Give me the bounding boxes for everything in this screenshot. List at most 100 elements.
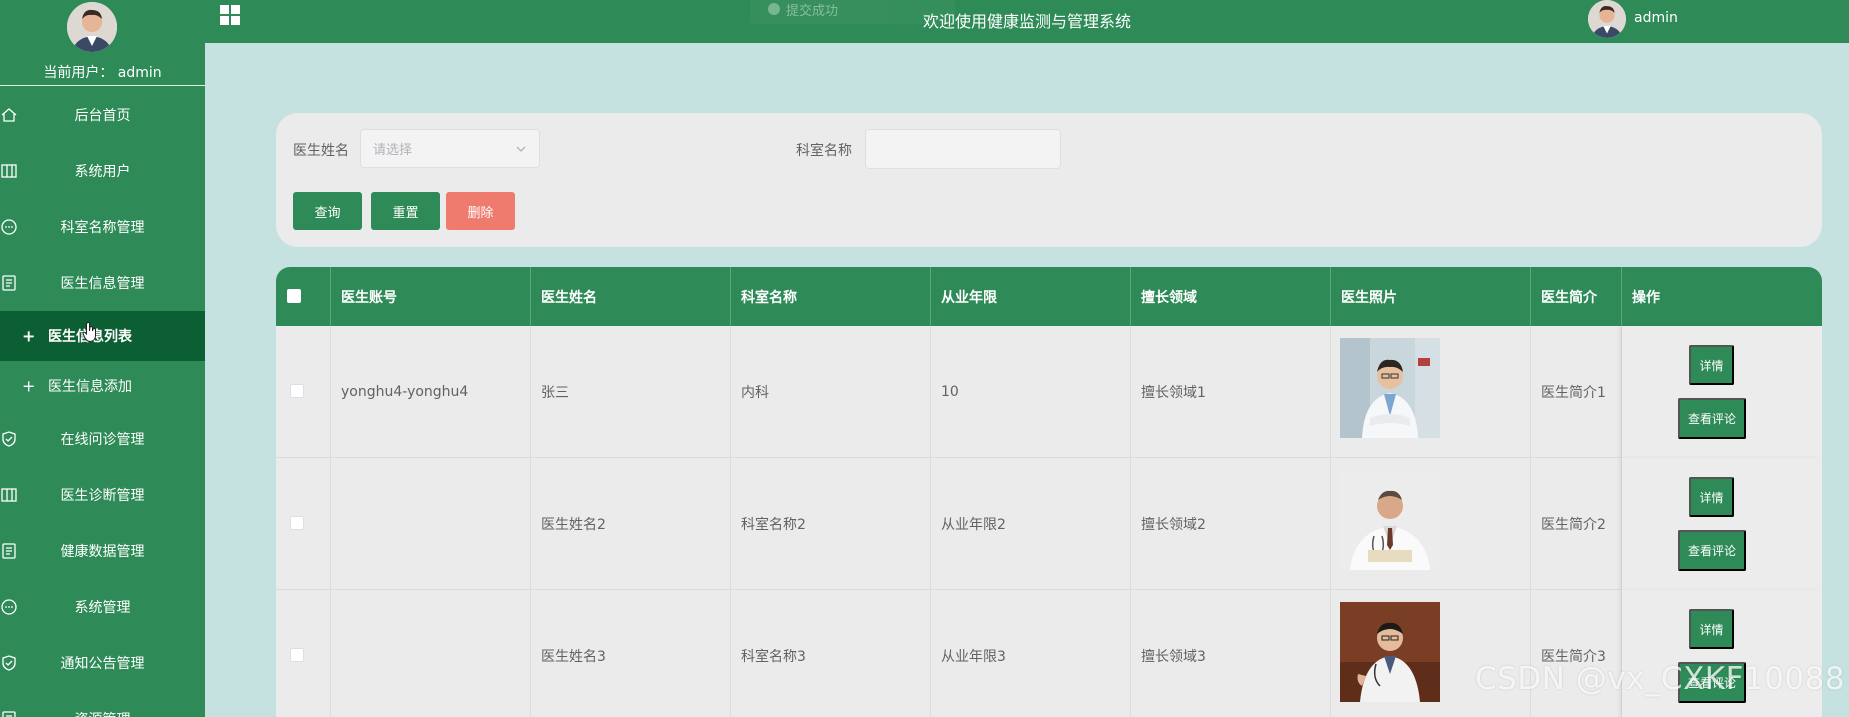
document-icon (2, 543, 16, 559)
sidebar: 当前用户： admin 后台首页 系统用户 科室名称管理 医生信息管理 + 医生… (0, 0, 205, 717)
view-comments-button[interactable]: 查看评论 (1678, 530, 1746, 571)
detail-button[interactable]: 详情 (1689, 609, 1734, 649)
col-header: 医生简介 (1531, 267, 1622, 326)
sidebar-menu: 后台首页 系统用户 科室名称管理 医生信息管理 + 医生信息列表 + 医生信息添… (0, 87, 205, 717)
row-checkbox[interactable] (290, 516, 304, 530)
col-header: 医生照片 (1331, 267, 1531, 326)
col-header: 医生姓名 (531, 267, 731, 326)
cell-intro: 医生简介1 (1531, 326, 1622, 458)
menu-item-label: 在线问诊管理 (60, 432, 145, 448)
select-placeholder: 请选择 (373, 143, 413, 158)
columns-icon (1, 164, 17, 178)
avatar[interactable] (67, 2, 117, 52)
detail-button[interactable]: 详情 (1689, 477, 1734, 517)
cell-account: yonghu4-yonghu4 (331, 326, 531, 458)
cell-dept: 内科 (731, 326, 931, 458)
hand-cursor-icon (82, 322, 96, 343)
menu-item-label: 医生信息管理 (60, 276, 145, 292)
chevron-down-icon (516, 146, 526, 152)
search-panel: 医生姓名 请选择 科室名称 查询 重置 删除 (276, 113, 1822, 247)
ops-cell: 详情 查看评论 (1622, 590, 1822, 717)
row-checkbox[interactable] (290, 384, 304, 398)
col-header: 医生账号 (331, 267, 531, 326)
dept-name-input[interactable] (865, 129, 1061, 169)
chat-icon (1, 219, 17, 235)
detail-button[interactable]: 详情 (1689, 345, 1734, 385)
shield-check-icon (2, 655, 16, 671)
cell-name: 医生姓名3 (531, 590, 731, 717)
menu-item-doctor-mgmt[interactable]: 医生信息管理 (0, 255, 205, 311)
menu-item-dept-mgmt[interactable]: 科室名称管理 (0, 199, 205, 255)
document-icon (2, 711, 16, 717)
row-checkbox[interactable] (290, 648, 304, 662)
checkbox-cell (276, 326, 331, 458)
menu-item-label: 系统用户 (74, 164, 131, 180)
menu-item-consult-mgmt[interactable]: 在线问诊管理 (0, 411, 205, 467)
col-header: 从业年限 (931, 267, 1131, 326)
cell-years: 从业年限2 (931, 458, 1131, 590)
menu-item-system-users[interactable]: 系统用户 (0, 143, 205, 199)
chat-icon (1, 599, 17, 615)
sidebar-user: 当前用户： admin (0, 0, 205, 86)
checkbox-cell (276, 590, 331, 717)
table-row: 医生姓名3 科室名称3 从业年限3 擅长领域3 医生简介3 详情 查看评论 (276, 590, 1822, 717)
table-row: 医生姓名2 科室名称2 从业年限2 擅长领域2 医生简介2 详情 查看评论 (276, 458, 1822, 590)
menu-item-resource-mgmt[interactable]: 资源管理 (0, 691, 205, 717)
sub-item-label: 医生信息添加 (48, 379, 132, 395)
query-button[interactable]: 查询 (293, 192, 362, 230)
select-all-checkbox[interactable] (287, 289, 301, 303)
reset-button[interactable]: 重置 (371, 192, 440, 230)
doctor-table: 医生账号 医生姓名 科室名称 从业年限 擅长领域 医生照片 医生简介 操作 yo… (276, 267, 1822, 717)
columns-icon (1, 488, 17, 502)
top-bar: 提交成功 欢迎使用健康监测与管理系统 admin (205, 0, 1849, 43)
view-comments-button[interactable]: 查看评论 (1678, 398, 1746, 439)
ops-cell: 详情 查看评论 (1622, 458, 1822, 590)
cell-intro: 医生简介3 (1531, 590, 1622, 717)
col-header: 擅长领域 (1131, 267, 1331, 326)
shield-check-icon (2, 431, 16, 447)
doctor-name-select[interactable]: 请选择 (360, 129, 540, 168)
cell-dept: 科室名称3 (731, 590, 931, 717)
menu-item-system-mgmt[interactable]: 系统管理 (0, 579, 205, 635)
menu-item-diagnosis-mgmt[interactable]: 医生诊断管理 (0, 467, 205, 523)
current-user-label: 当前用户： admin (43, 65, 162, 81)
doctor-photo[interactable] (1340, 470, 1440, 570)
table-header: 医生账号 医生姓名 科室名称 从业年限 擅长领域 医生照片 医生简介 操作 (276, 267, 1822, 326)
plus-icon: + (22, 376, 36, 396)
cell-account (331, 590, 531, 717)
top-avatar[interactable] (1588, 0, 1626, 38)
sub-item-doctor-list[interactable]: + 医生信息列表 (0, 311, 205, 361)
col-header: 操作 (1632, 289, 1660, 306)
home-icon (1, 108, 17, 122)
menu-item-label: 后台首页 (74, 108, 131, 124)
doctor-name-label: 医生姓名 (293, 143, 349, 159)
menu-item-notice-mgmt[interactable]: 通知公告管理 (0, 635, 205, 691)
header-checkbox-cell (276, 267, 331, 326)
menu-item-label: 科室名称管理 (60, 220, 145, 236)
cell-field: 擅长领域3 (1131, 590, 1331, 717)
cell-years: 从业年限3 (931, 590, 1131, 717)
menu-item-label: 健康数据管理 (60, 544, 145, 560)
table-row: yonghu4-yonghu4 张三 内科 10 擅长领域1 医生简介1 详情 (276, 326, 1822, 458)
doctor-photo[interactable] (1340, 338, 1440, 438)
checkbox-cell (276, 458, 331, 590)
plus-icon: + (22, 326, 36, 346)
ops-cell: 详情 查看评论 (1622, 326, 1822, 458)
menu-item-label: 系统管理 (74, 600, 131, 616)
top-username[interactable]: admin (1634, 10, 1678, 26)
menu-item-label: 医生诊断管理 (60, 488, 145, 504)
menu-item-label: 通知公告管理 (60, 656, 145, 672)
document-icon (2, 275, 16, 291)
menu-item-home[interactable]: 后台首页 (0, 87, 205, 143)
dept-name-label: 科室名称 (796, 143, 852, 159)
menu-item-label: 资源管理 (75, 709, 131, 717)
cell-dept: 科室名称2 (731, 458, 931, 590)
menu-item-health-data-mgmt[interactable]: 健康数据管理 (0, 523, 205, 579)
cell-field: 擅长领域2 (1131, 458, 1331, 590)
cell-account (331, 458, 531, 590)
delete-button[interactable]: 删除 (446, 192, 515, 230)
cell-name: 张三 (531, 326, 731, 458)
sub-item-doctor-add[interactable]: + 医生信息添加 (0, 361, 205, 411)
col-header: 科室名称 (731, 267, 931, 326)
doctor-photo[interactable] (1340, 602, 1440, 702)
